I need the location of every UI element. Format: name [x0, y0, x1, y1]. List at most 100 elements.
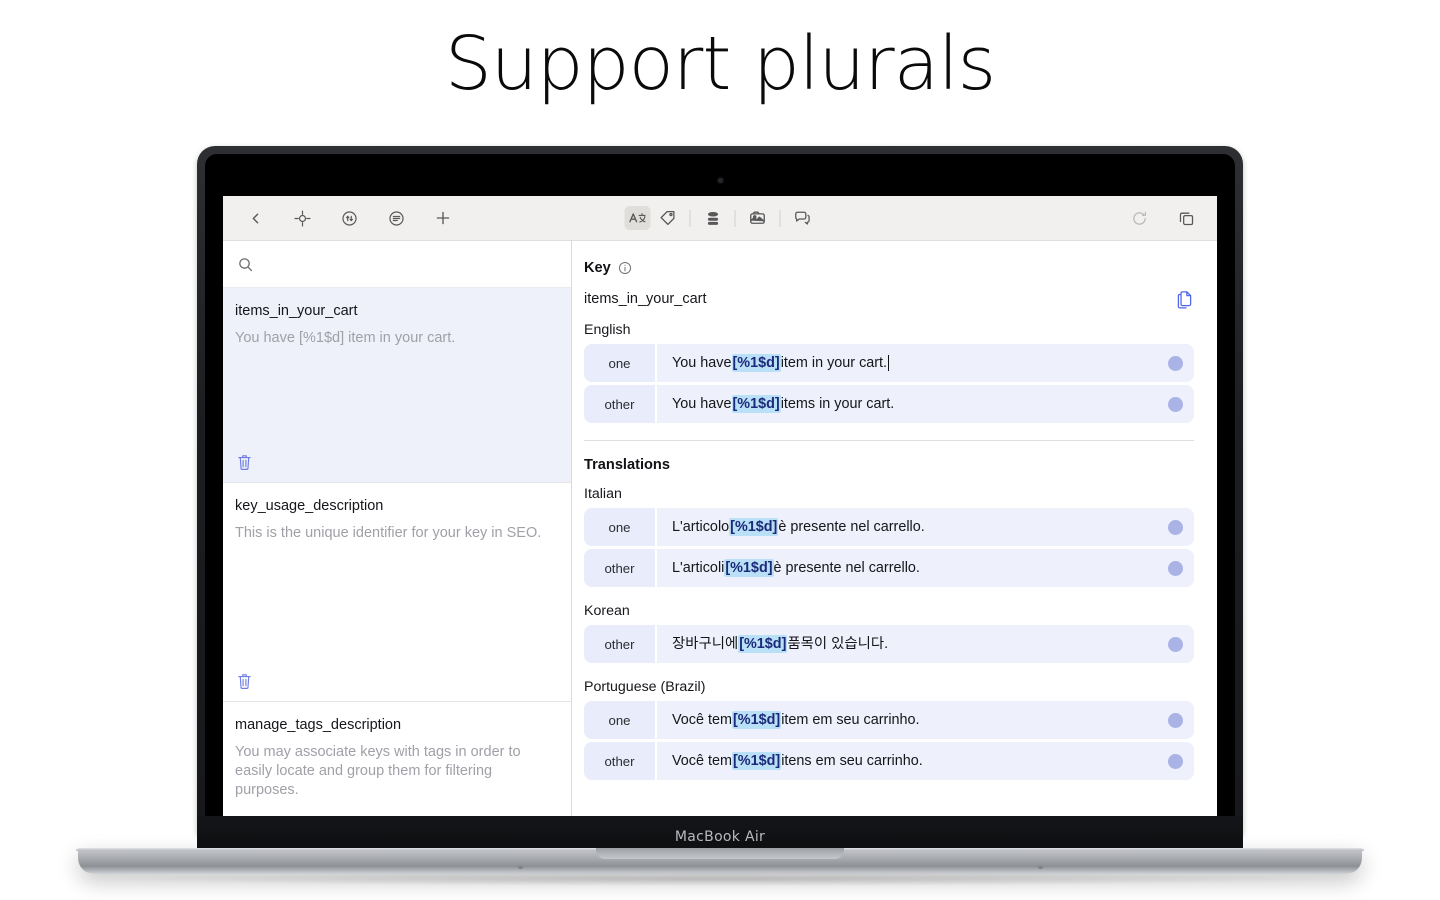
key-section-header: Key — [572, 241, 1203, 276]
status-badge — [1167, 560, 1183, 576]
toolbar-center-group — [624, 206, 816, 230]
toolbar-right-group — [1126, 206, 1217, 230]
toolbar-divider — [689, 209, 691, 227]
status-dot-cell[interactable] — [1156, 508, 1194, 546]
status-badge — [1167, 396, 1183, 412]
status-dot-cell[interactable] — [1156, 385, 1194, 423]
status-badge — [1167, 355, 1183, 371]
translation-text[interactable]: Você tem [%1$d] item em seu carrinho. — [657, 701, 1156, 739]
info-icon[interactable] — [618, 261, 632, 275]
text-prefix: 장바구니에 — [672, 635, 739, 652]
status-badge — [1167, 753, 1183, 769]
translations-title: Translations — [584, 457, 670, 473]
database-icon[interactable] — [700, 206, 726, 230]
copy-key-icon[interactable] — [1176, 289, 1194, 309]
sync-icon[interactable] — [336, 206, 362, 230]
localization-app: items_in_your_cart You have [%1$d] item … — [223, 196, 1217, 816]
placeholder-token: [%1$d] — [731, 353, 781, 373]
translations-list: Italian one L'articolo [%1$d] è presente n… — [572, 473, 1203, 780]
translation-text[interactable]: 장바구니에 [%1$d] 품목이 있습니다. — [657, 625, 1156, 663]
status-dot-cell[interactable] — [1156, 701, 1194, 739]
translation-language-label: Korean — [584, 603, 630, 619]
laptop-base-notch — [596, 848, 844, 859]
placeholder-token: [%1$d] — [731, 394, 781, 414]
keys-sidebar: items_in_your_cart You have [%1$d] item … — [223, 241, 572, 816]
tag-icon[interactable] — [655, 206, 681, 230]
refresh-icon[interactable] — [1126, 206, 1152, 230]
text-prefix: You have — [672, 354, 732, 371]
key-name: items_in_your_cart — [235, 303, 358, 319]
laptop-foot — [518, 866, 523, 869]
status-badge — [1167, 712, 1183, 728]
device-model-label: MacBook Air — [674, 829, 766, 845]
status-dot-cell[interactable] — [1156, 344, 1194, 382]
list-item[interactable]: items_in_your_cart You have [%1$d] item … — [223, 288, 571, 483]
translation-language-label: Portuguese (Brazil) — [584, 679, 706, 695]
translation-text[interactable]: L'articolo [%1$d] è presente nel carrell… — [657, 508, 1156, 546]
toolbar-divider-3 — [779, 209, 781, 227]
plural-row[interactable]: one Você tem [%1$d] item em seu carrinho. — [584, 701, 1194, 739]
translation-text[interactable]: You have [%1$d] items in your cart. — [657, 385, 1156, 423]
plural-form-label: one — [584, 508, 657, 546]
plural-row[interactable]: other You have [%1$d] items in your cart. — [584, 385, 1194, 423]
list-item[interactable]: manage_tags_description You may associat… — [223, 702, 571, 816]
macbook-air-mockup: items_in_your_cart You have [%1$d] item … — [0, 0, 1440, 900]
add-icon[interactable] — [430, 206, 456, 230]
app-body: items_in_your_cart You have [%1$d] item … — [223, 241, 1217, 816]
translation-text[interactable]: L'articoli [%1$d] è presente nel carrell… — [657, 549, 1156, 587]
placeholder-token: [%1$d] — [724, 558, 774, 578]
plural-form-label: other — [584, 385, 657, 423]
plural-row[interactable]: one You have [%1$d] item in your cart. — [584, 344, 1194, 382]
status-dot-cell[interactable] — [1156, 742, 1194, 780]
status-dot-cell[interactable] — [1156, 549, 1194, 587]
plural-form-label: one — [584, 701, 657, 739]
plural-row[interactable]: other L'articoli [%1$d] è presente nel ca… — [584, 549, 1194, 587]
app-toolbar — [223, 196, 1217, 241]
plural-row[interactable]: other 장바구니에 [%1$d] 품목이 있습니다. — [584, 625, 1194, 663]
plural-row[interactable]: other Você tem [%1$d] itens em seu carrin… — [584, 742, 1194, 780]
key-name: manage_tags_description — [235, 717, 402, 733]
key-section-title: Key — [584, 260, 611, 276]
image-icon[interactable] — [745, 206, 771, 230]
list-item[interactable]: key_usage_description This is the unique… — [223, 483, 571, 702]
filter-icon[interactable] — [383, 206, 409, 230]
key-description: This is the unique identifier for your k… — [235, 525, 542, 542]
text-suffix: items in your cart. — [780, 395, 895, 412]
plural-form-label: one — [584, 344, 657, 382]
key-description: You have [%1$d] item in your cart. — [235, 330, 456, 347]
text-suffix: item em seu carrinho. — [781, 711, 920, 728]
placeholder-token: [%1$d] — [732, 710, 782, 730]
placeholder-token: [%1$d] — [732, 751, 782, 771]
translation-language-label: Italian — [584, 486, 622, 502]
laptop-shadow — [110, 872, 1330, 886]
text-suffix: è presente nel carrello. — [778, 518, 925, 535]
text-prefix: You have — [672, 395, 732, 412]
duplicate-icon[interactable] — [1173, 206, 1199, 230]
key-value-row: items_in_your_cart — [572, 276, 1203, 309]
target-icon[interactable] — [289, 206, 315, 230]
delete-key-icon[interactable] — [236, 453, 253, 472]
search-bar — [223, 241, 571, 288]
toolbar-left-group — [223, 206, 456, 230]
translation-plural-group: one Você tem [%1$d] item em seu carrinho.… — [572, 695, 1203, 780]
key-value: items_in_your_cart — [584, 291, 707, 307]
key-name: key_usage_description — [235, 498, 384, 514]
text-suffix: 품목이 있습니다. — [787, 635, 889, 652]
key-description: You may associate keys with tags in orde… — [235, 744, 521, 799]
text-suffix: è presente nel carrello. — [773, 559, 920, 576]
translation-text[interactable]: Você tem [%1$d] itens em seu carrinho. — [657, 742, 1156, 780]
comments-icon[interactable] — [790, 206, 816, 230]
laptop-base — [76, 848, 1364, 874]
key-detail-pane: Key items_in_your_cart English one You h… — [572, 241, 1217, 816]
translate-icon[interactable] — [624, 206, 651, 230]
search-input[interactable] — [263, 256, 533, 272]
toolbar-divider-2 — [734, 209, 736, 227]
status-dot-cell[interactable] — [1156, 625, 1194, 663]
translation-plural-group: one L'articolo [%1$d] è presente nel carr… — [572, 502, 1203, 587]
translation-text[interactable]: You have [%1$d] item in your cart. — [657, 344, 1156, 382]
delete-key-icon[interactable] — [236, 672, 253, 691]
plural-row[interactable]: one L'articolo [%1$d] è presente nel carr… — [584, 508, 1194, 546]
source-language-label: English — [584, 322, 631, 338]
search-icon — [237, 256, 254, 273]
back-icon[interactable] — [242, 206, 268, 230]
